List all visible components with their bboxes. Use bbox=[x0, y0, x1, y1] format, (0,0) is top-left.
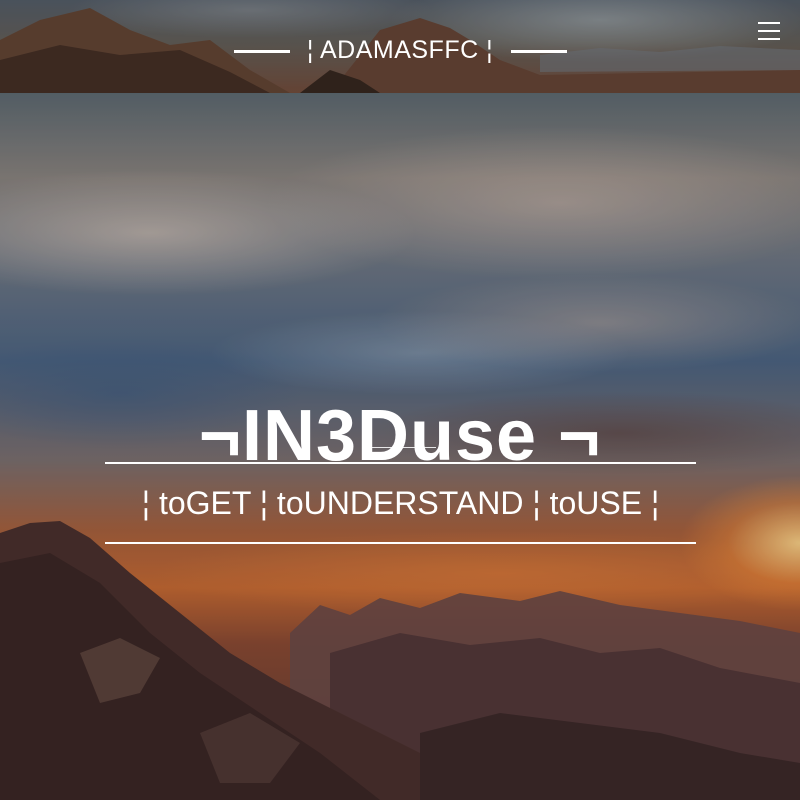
menu-bar-bottom bbox=[758, 38, 780, 40]
menu-bar-top bbox=[758, 22, 780, 24]
brand-line-right bbox=[511, 50, 567, 53]
tagline-rule-top bbox=[105, 462, 696, 464]
landing-page: ¦ ADAMASFFC ¦ ¬IN3Duse ¬ ¦ toGET ¦ toUND… bbox=[0, 0, 800, 800]
site-brand[interactable]: ¦ ADAMASFFC ¦ bbox=[300, 34, 500, 66]
menu-bar-middle bbox=[758, 30, 780, 32]
brand-line-left bbox=[234, 50, 290, 53]
hamburger-menu-icon[interactable] bbox=[752, 18, 786, 46]
title-divider bbox=[366, 447, 436, 448]
site-header: ¦ ADAMASFFC ¦ bbox=[0, 0, 800, 93]
hero-section: ¬IN3Duse ¬ ¦ toGET ¦ toUNDERSTAND ¦ toUS… bbox=[0, 93, 800, 800]
hero-title: ¬IN3Duse ¬ bbox=[198, 396, 602, 477]
tagline-rule-bottom bbox=[105, 542, 696, 544]
hero-tagline: ¦ toGET ¦ toUNDERSTAND ¦ toUSE ¦ bbox=[141, 485, 660, 521]
